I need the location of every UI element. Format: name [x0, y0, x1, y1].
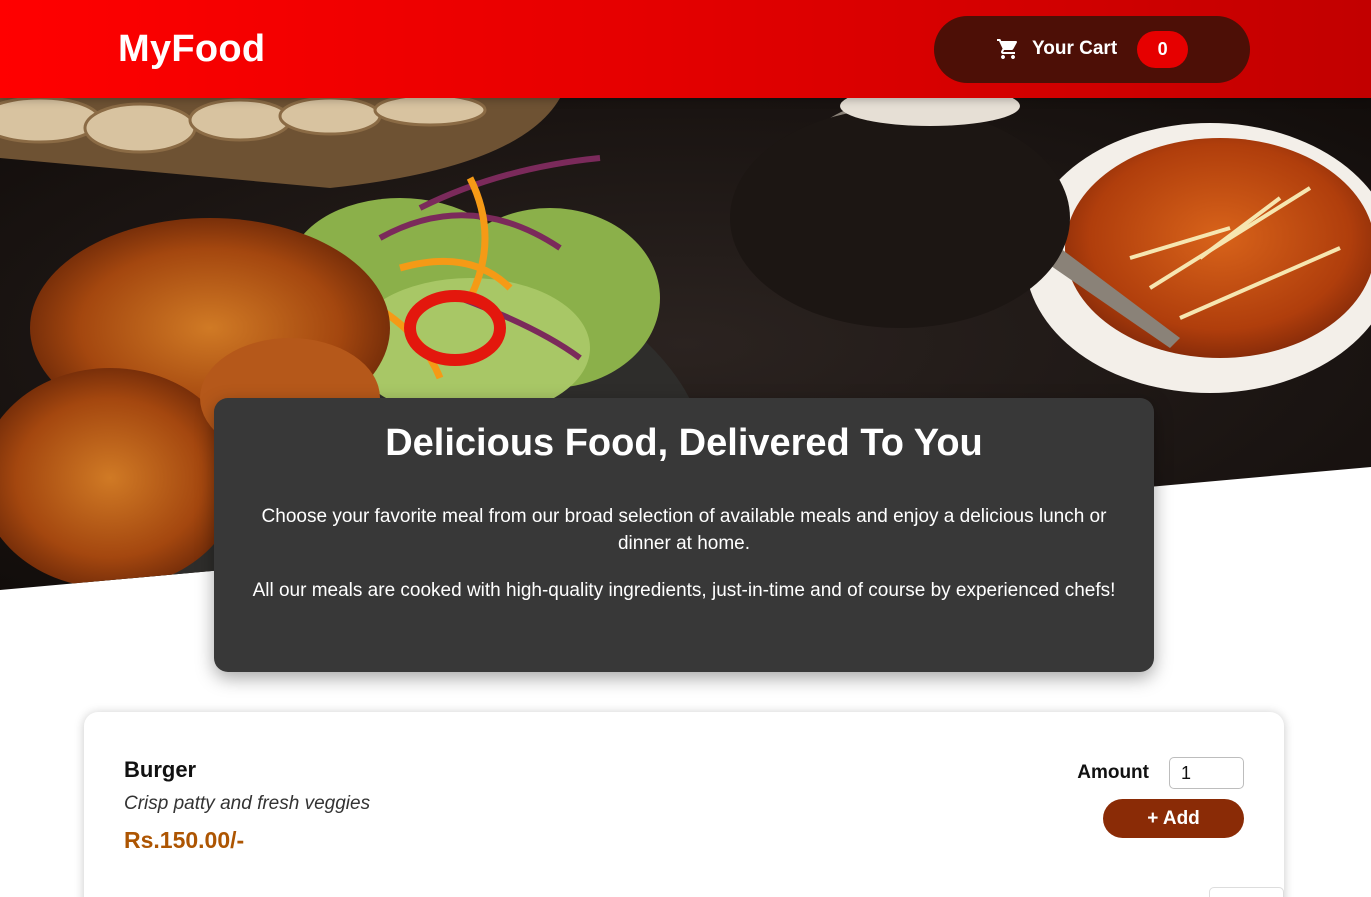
summary-paragraph-2: All our meals are cooked with high-quali… [252, 580, 1116, 601]
app-logo: MyFood [118, 27, 266, 70]
cart-label: Your Cart [1032, 38, 1118, 59]
summary-title: Delicious Food, Delivered To You [385, 422, 983, 464]
summary-paragraph-1: Choose your favorite meal from our broad… [261, 506, 1107, 554]
meal-description: Crisp patty and fresh veggies [124, 793, 371, 814]
cart-icon [997, 39, 1018, 59]
next-amount-input-edge [1209, 887, 1284, 897]
app-header: MyFood Your Cart 0 [0, 0, 1371, 98]
cart-count-badge: 0 [1137, 30, 1189, 68]
meal-name: Burger [124, 757, 197, 782]
amount-input[interactable] [1169, 757, 1244, 789]
cart-button[interactable]: Your Cart 0 [934, 15, 1250, 83]
meal-price: Rs.150.00/- [124, 827, 245, 853]
meal-item: Burger Crisp patty and fresh veggies Rs.… [124, 757, 1244, 897]
amount-label: Amount [1077, 762, 1149, 783]
add-button[interactable]: + Add [1103, 799, 1244, 838]
meals-list-card: Burger Crisp patty and fresh veggies Rs.… [84, 712, 1284, 897]
summary-card: Delicious Food, Delivered To You Choose … [214, 398, 1154, 672]
meal-info: Burger Crisp patty and fresh veggies Rs.… [124, 757, 1244, 854]
amount-row: Amount [1077, 757, 1244, 789]
